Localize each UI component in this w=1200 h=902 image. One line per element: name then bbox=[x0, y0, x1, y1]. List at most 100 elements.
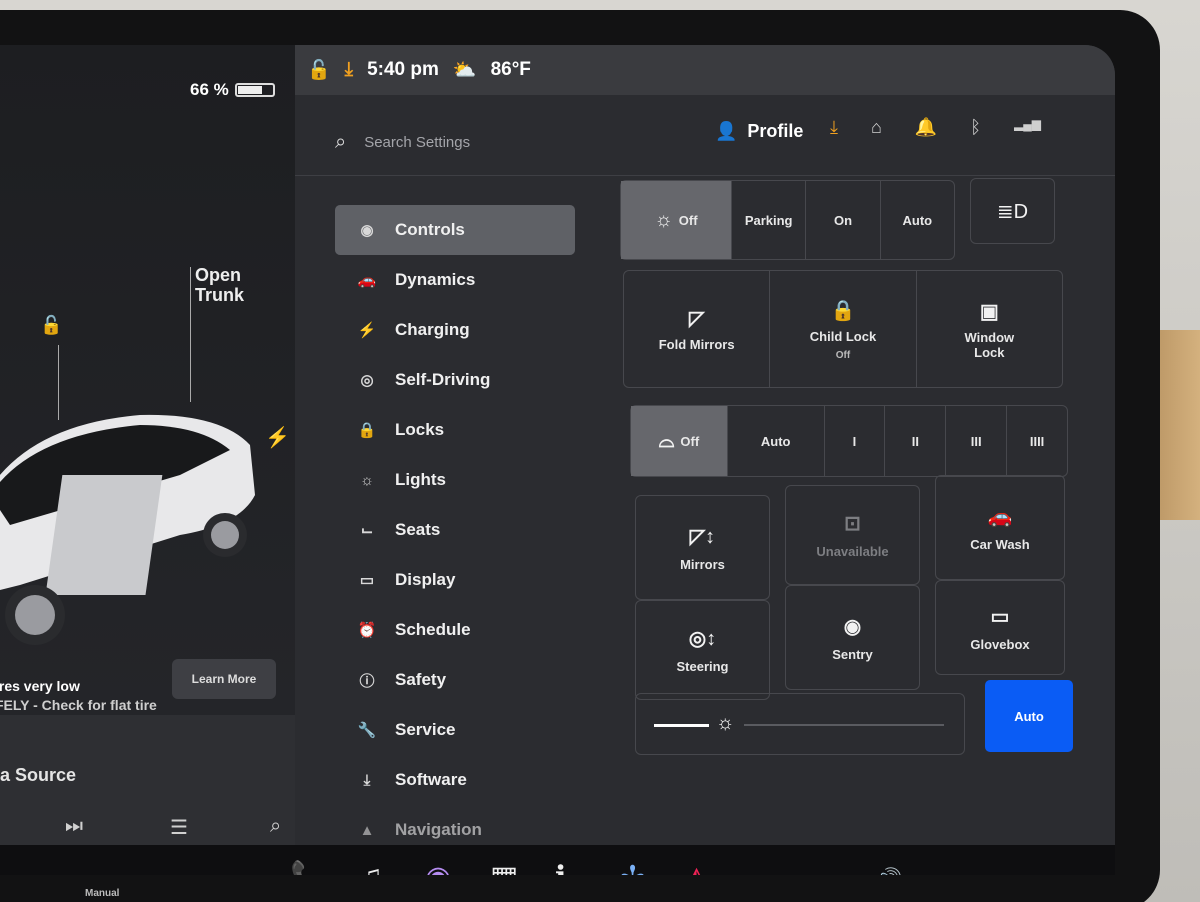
touchscreen: 66 % 🔓 Open Trunk ⚡ Learn More ires very… bbox=[0, 45, 1115, 875]
lights-parking-button[interactable]: Parking bbox=[732, 181, 807, 259]
wipers-off-button[interactable]: ⌓ Off bbox=[631, 406, 728, 476]
open-trunk-button[interactable]: Open Trunk bbox=[195, 265, 244, 305]
search-input[interactable]: Search Settings bbox=[364, 134, 470, 151]
car-wash-icon: 🚗 bbox=[987, 505, 1013, 528]
window-lock-icon: ▣ bbox=[979, 300, 999, 323]
manual-icon[interactable]: ℹ bbox=[555, 860, 566, 875]
lock-icon: 🔒 bbox=[357, 422, 377, 439]
child-lock-state: Off bbox=[835, 349, 851, 361]
window-lock-button[interactable]: ▣ Window Lock bbox=[917, 271, 1062, 387]
mirror-adjust-icon: ◸↕ bbox=[689, 525, 716, 548]
sentry-button[interactable]: ◉ Sentry bbox=[785, 585, 920, 690]
equalizer-icon[interactable]: ☰ bbox=[170, 815, 188, 840]
car-wash-label: Car Wash bbox=[970, 536, 1030, 552]
download-icon: ⤓ bbox=[363, 771, 371, 789]
profile-button[interactable]: 👤 Profile bbox=[715, 121, 803, 142]
wipers-speed-3-button[interactable]: III bbox=[946, 406, 1008, 476]
next-track-icon[interactable]: ⏭ bbox=[65, 815, 83, 838]
fan-icon[interactable]: ✢ bbox=[620, 860, 645, 875]
chevron-left-icon[interactable]: ‹ bbox=[840, 873, 845, 875]
phone-icon[interactable]: 📞 bbox=[290, 860, 327, 875]
wipers-off-label: Off bbox=[680, 433, 700, 449]
download-icon[interactable]: ⤓ bbox=[345, 59, 353, 81]
mirror-icon: ◸ bbox=[688, 308, 705, 330]
lock-status-icon[interactable]: 🔓 bbox=[307, 58, 331, 82]
navigation-app-icon[interactable]: ◭ bbox=[685, 860, 708, 875]
learn-more-button[interactable]: Learn More bbox=[172, 659, 276, 699]
nav-charging[interactable]: ⚡ Charging bbox=[335, 305, 575, 355]
unlock-icon[interactable]: 🔓 bbox=[40, 315, 62, 336]
nav-display[interactable]: ▭ Display bbox=[335, 555, 575, 605]
lights-on-label: On bbox=[833, 212, 853, 228]
wipers-auto-label: Auto bbox=[760, 433, 791, 449]
nav-controls[interactable]: ◉ Controls bbox=[335, 205, 575, 255]
tire-warning-title: ires very low bbox=[0, 678, 80, 694]
music-icon[interactable]: ♫ bbox=[360, 860, 383, 875]
lights-on-button[interactable]: On bbox=[806, 181, 881, 259]
download-icon[interactable]: ⤓ bbox=[830, 117, 838, 138]
battery-icon bbox=[234, 83, 275, 97]
wipers-speed-1-button[interactable]: I bbox=[825, 406, 886, 476]
nav-label: Service bbox=[395, 720, 456, 739]
mirrors-button[interactable]: ◸↕ Mirrors bbox=[635, 495, 770, 600]
chevron-right-icon[interactable]: › bbox=[940, 873, 945, 875]
steering-button[interactable]: ◎↕ Steering bbox=[635, 600, 770, 700]
lights-off-label: Off bbox=[678, 212, 698, 228]
steering-label: Steering bbox=[676, 659, 729, 674]
garage-icon[interactable]: ⌂ bbox=[871, 117, 882, 138]
bluetooth-icon[interactable]: ᛒ bbox=[970, 117, 981, 138]
wipers-auto-button[interactable]: Auto bbox=[728, 406, 825, 476]
lights-off-button[interactable]: ☼ Off bbox=[621, 181, 732, 259]
nav-schedule[interactable]: ⏰ Schedule bbox=[335, 605, 575, 655]
nav-self-driving[interactable]: ◎ Self-Driving bbox=[335, 355, 575, 405]
search-bar[interactable]: ⌕ Search Settings bbox=[335, 131, 470, 154]
photo-stage: 66 % 🔓 Open Trunk ⚡ Learn More ires very… bbox=[0, 0, 1200, 902]
unavailable-label: Unavailable bbox=[816, 544, 889, 559]
fold-mirrors-label: Fold Mirrors bbox=[658, 337, 735, 352]
weather-icon: ⛅ bbox=[452, 60, 477, 81]
fold-mirrors-button[interactable]: ◸ Fold Mirrors bbox=[624, 271, 771, 387]
nav-lights[interactable]: ☼ Lights bbox=[335, 455, 575, 505]
nav-locks[interactable]: 🔒 Locks bbox=[335, 405, 575, 455]
locks-group: ◸ Fold Mirrors 🔒 Child Lock Off ▣ Window Loc… bbox=[623, 270, 1063, 388]
sentry-icon: ◉ bbox=[843, 615, 862, 638]
nav-service[interactable]: 🔧 Service bbox=[335, 705, 575, 755]
battery-percent: 66 % bbox=[190, 80, 229, 99]
nav-safety[interactable]: ⓘ Safety bbox=[335, 655, 575, 705]
learn-more-label: Learn More bbox=[191, 672, 257, 686]
camera-app-icon[interactable]: ◉ bbox=[425, 860, 451, 875]
toybox-icon[interactable]: ▦ bbox=[490, 860, 518, 875]
lights-parking-label: Parking bbox=[744, 212, 793, 228]
bell-icon[interactable]: 🔔 bbox=[915, 117, 937, 138]
tire-warning-detail: FELY - Check for flat tire bbox=[0, 697, 157, 713]
brightness-slider[interactable]: ☼ bbox=[635, 693, 965, 755]
steering-wheel-icon: ◎ bbox=[360, 372, 374, 389]
wipers-speed-label: IIII bbox=[1029, 433, 1045, 449]
nav-dynamics[interactable]: 🚗 Dynamics bbox=[335, 255, 575, 305]
display-icon: ▭ bbox=[359, 572, 375, 589]
profile-label: Profile bbox=[747, 121, 804, 141]
car-wash-button[interactable]: 🚗 Car Wash bbox=[935, 475, 1065, 580]
volume-icon[interactable]: 🔊 bbox=[875, 867, 902, 875]
nav-software[interactable]: ⤓ Software bbox=[335, 755, 575, 805]
camera-icon: ⊡ bbox=[844, 513, 861, 535]
child-lock-icon: 🔒 bbox=[830, 299, 856, 322]
wipers-speed-2-button[interactable]: II bbox=[885, 406, 947, 476]
lte-signal-icon: ▂▄▆ bbox=[1014, 117, 1042, 131]
nav-label: Schedule bbox=[395, 620, 471, 639]
child-lock-button[interactable]: 🔒 Child Lock Off bbox=[770, 271, 917, 387]
search-icon[interactable]: ⌕ bbox=[270, 815, 281, 838]
nav-label: Charging bbox=[395, 320, 470, 339]
car-icon: 🚗 bbox=[357, 272, 377, 289]
brightness-auto-button[interactable]: Auto bbox=[985, 680, 1073, 752]
nav-seats[interactable]: ⌙ Seats bbox=[335, 505, 575, 555]
high-beam-button[interactable]: ≣D bbox=[970, 178, 1055, 244]
media-source[interactable]: a Source bbox=[0, 765, 76, 786]
bolt-icon: ⚡ bbox=[357, 322, 377, 339]
brightness-track bbox=[744, 724, 944, 726]
person-icon: 👤 bbox=[715, 121, 738, 141]
wipers-speed-4-button[interactable]: IIII bbox=[1007, 406, 1067, 476]
glovebox-button[interactable]: ▭ Glovebox bbox=[935, 580, 1065, 675]
lights-auto-label: Auto bbox=[902, 212, 933, 228]
lights-auto-button[interactable]: Auto bbox=[881, 181, 954, 259]
